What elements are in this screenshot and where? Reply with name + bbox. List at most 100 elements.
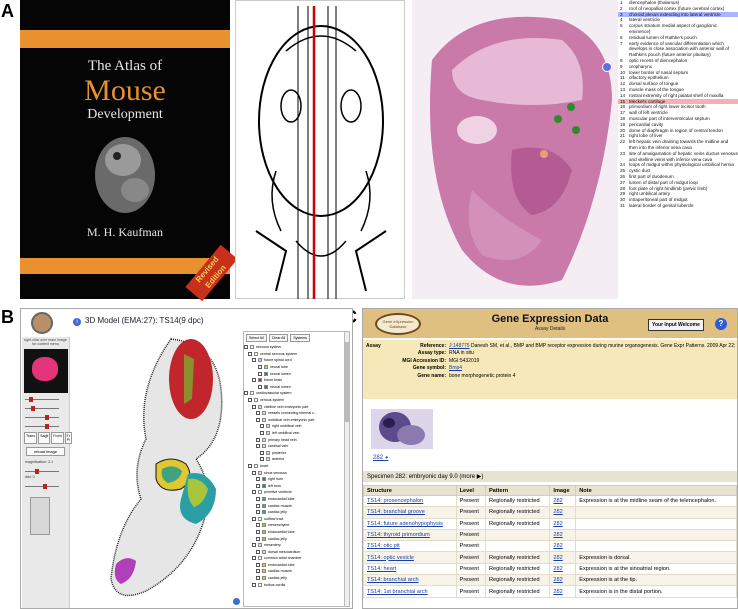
tree-node[interactable]: cardiac jelly [244, 509, 349, 516]
tree-node-checkbox[interactable] [252, 358, 256, 363]
tree-node[interactable]: central nervous system [244, 351, 349, 358]
image-link[interactable]: 282 [553, 555, 562, 561]
tree-node-checkbox[interactable] [260, 431, 264, 436]
tree-node-checkbox[interactable] [260, 424, 264, 429]
tree-node[interactable]: nervous system [244, 344, 349, 351]
tree-node[interactable]: endocardial tube [244, 496, 349, 503]
tree-node[interactable]: sinus venosus [244, 469, 349, 476]
navigator-thumbnail[interactable] [30, 497, 50, 535]
image-link[interactable]: 282 [553, 509, 562, 515]
tree-node-checkbox[interactable] [256, 549, 260, 554]
tree-node[interactable]: left horn [244, 482, 349, 489]
tree-node-checkbox[interactable] [244, 391, 248, 396]
tree-node-checkbox[interactable] [256, 477, 260, 482]
sagittal-button[interactable]: Sagtl [38, 432, 51, 444]
image-link[interactable]: 282 [553, 589, 562, 595]
embryo-3d-section-render[interactable] [76, 329, 246, 608]
slider-2[interactable] [25, 406, 66, 411]
slider-1[interactable] [25, 397, 66, 402]
select-all-button[interactable]: Select All [246, 334, 267, 342]
tree-node[interactable]: vessels connecting internal c... [244, 410, 349, 417]
tree-node-checkbox[interactable] [256, 503, 260, 508]
tree-node-checkbox[interactable] [256, 536, 260, 541]
tree-node-checkbox[interactable] [256, 437, 260, 442]
tree-node[interactable]: cardiac muscle [244, 502, 349, 509]
tree-node[interactable]: future brain [244, 377, 349, 384]
tree-node-checkbox[interactable] [248, 398, 252, 403]
tree-node[interactable]: outflow tract [244, 515, 349, 522]
structure-link[interactable]: TS14: heart [367, 566, 396, 572]
map-marker-orange-icon[interactable] [540, 150, 548, 158]
help-icon[interactable]: ? [715, 318, 727, 330]
tree-node[interactable]: endocardial tube [244, 562, 349, 569]
tree-node-checkbox[interactable] [252, 404, 256, 409]
tree-node[interactable]: cardiac jelly [244, 575, 349, 582]
image-link[interactable]: 282 [553, 532, 562, 538]
tree-node-checkbox[interactable] [244, 345, 248, 350]
tree-node-checkbox[interactable] [252, 470, 256, 475]
tree-node[interactable]: left umbilical vein [244, 430, 349, 437]
tree-node[interactable]: neural lumen [244, 384, 349, 391]
help-icon[interactable] [233, 598, 240, 605]
image-link[interactable]: 282 [553, 566, 562, 572]
reload-image-button[interactable]: reload image [26, 447, 65, 456]
map-marker-blue-icon[interactable] [602, 62, 612, 72]
slider-3[interactable] [25, 415, 66, 420]
tree-node-checkbox[interactable] [252, 582, 256, 587]
frontal-plane-button[interactable]: Fr Pl [64, 432, 73, 444]
tree-node[interactable]: posterior [244, 450, 349, 457]
tree-node-checkbox[interactable] [256, 523, 260, 528]
tree-node-checkbox[interactable] [256, 444, 260, 449]
structure-link[interactable]: TS14: optic vesicle [367, 555, 414, 561]
structure-link[interactable]: TS14: branchial groove [367, 509, 425, 515]
structure-link[interactable]: TS14: 1st branchial arch [367, 589, 428, 595]
your-input-welcome-button[interactable]: Your Input Welcome [648, 319, 704, 331]
tree-node[interactable]: anterior [244, 456, 349, 463]
map-marker-green-icon[interactable] [567, 103, 575, 111]
image-link[interactable]: 282 [553, 577, 562, 583]
structure-link[interactable]: TS14: branchial arch [367, 577, 419, 583]
tree-node[interactable]: primary head vein [244, 436, 349, 443]
image-link[interactable]: 282 [553, 543, 562, 549]
tree-node[interactable]: venous system [244, 397, 349, 404]
clear-all-button[interactable]: Clear All [268, 334, 289, 342]
tree-node-checkbox[interactable] [256, 510, 260, 515]
tree-node[interactable]: umbilical vein embryonic part [244, 417, 349, 424]
tree-node-checkbox[interactable] [252, 378, 256, 383]
assay-field-link[interactable]: J:148775 [449, 343, 470, 349]
image-link[interactable]: 282 [553, 498, 562, 504]
tree-node-checkbox[interactable] [252, 516, 256, 521]
tree-node-checkbox[interactable] [252, 556, 256, 561]
tree-node[interactable]: primitive ventricle [244, 489, 349, 496]
tree-node[interactable]: cardinal vein [244, 443, 349, 450]
tree-node-checkbox[interactable] [256, 496, 260, 501]
specimen-image[interactable] [371, 409, 433, 449]
structure-link[interactable]: TS14: future adenohypophysis [367, 521, 443, 527]
systems-checkbox[interactable]: Systems [290, 334, 310, 342]
tree-node[interactable]: endocardial tube [244, 529, 349, 536]
tree-node-checkbox[interactable] [256, 411, 260, 416]
tree-node[interactable]: future spinal cord [244, 357, 349, 364]
tree-node[interactable]: mesentery [244, 542, 349, 549]
tree-node-checkbox[interactable] [258, 365, 262, 370]
tree-node-checkbox[interactable] [252, 490, 256, 495]
tree-node-checkbox[interactable] [256, 562, 260, 567]
tree-node-checkbox[interactable] [256, 576, 260, 581]
assay-field-link[interactable]: Bmp4 [449, 365, 462, 371]
slider-4[interactable] [25, 424, 66, 429]
dist-slider[interactable] [25, 484, 66, 489]
trans-button[interactable]: Trans [24, 432, 38, 444]
tree-node-checkbox[interactable] [256, 483, 260, 488]
magnification-slider[interactable] [25, 469, 66, 474]
tree-node[interactable]: cardiovascular system [244, 390, 349, 397]
zoom-icon[interactable]: ◕ [385, 455, 389, 461]
frontal-button[interactable]: Front [51, 432, 64, 444]
image-link[interactable]: 282 [553, 521, 562, 527]
map-marker-green-icon[interactable] [554, 115, 562, 123]
tree-node-checkbox[interactable] [256, 569, 260, 574]
tree-node[interactable]: heart [244, 463, 349, 470]
tree-node-checkbox[interactable] [260, 457, 264, 462]
tree-node[interactable]: common atrial chamber [244, 555, 349, 562]
section-thumbnail[interactable] [23, 349, 68, 393]
tree-node[interactable]: right horn [244, 476, 349, 483]
